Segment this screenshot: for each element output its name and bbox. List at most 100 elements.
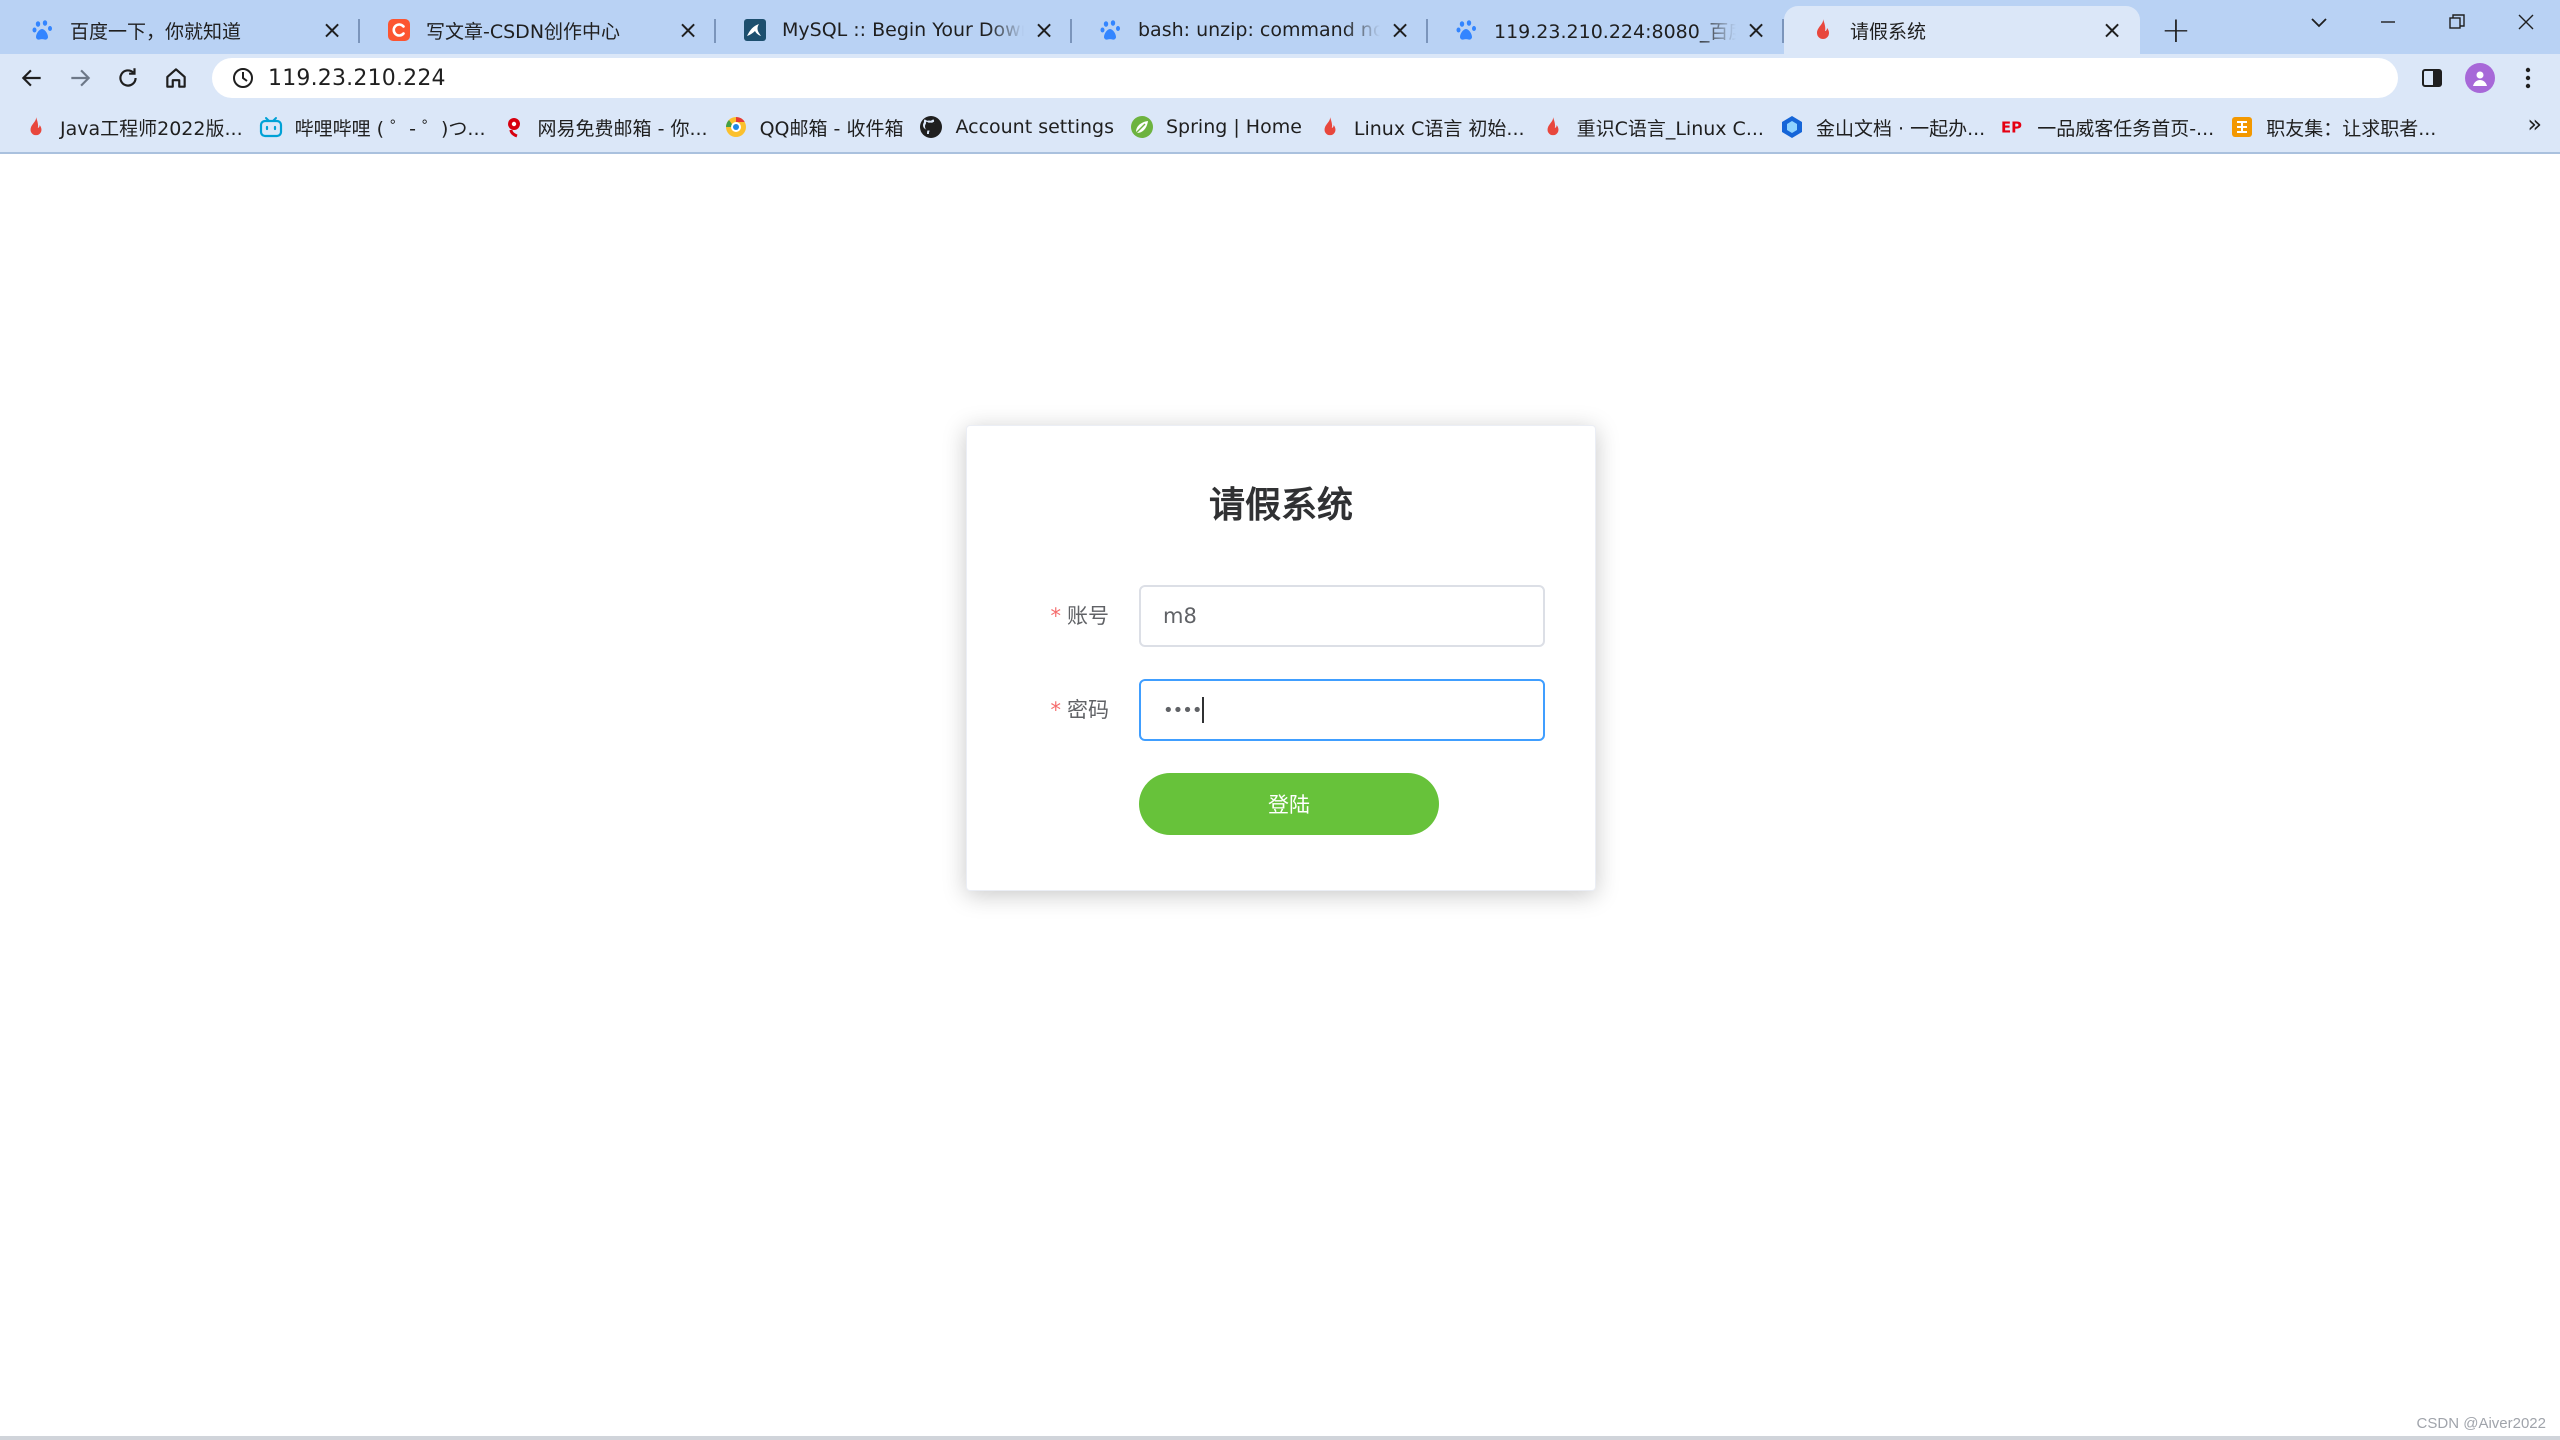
new-tab-button[interactable]: + (2150, 6, 2202, 54)
bookmark-label: 重识C语言_Linux C... (1576, 117, 1764, 140)
tab-close-icon[interactable]: × (1388, 18, 1412, 42)
bookmark-github[interactable]: Account settings (915, 107, 1126, 147)
tab-title: 写文章-CSDN创作中心 (426, 20, 621, 43)
reload-button[interactable] (104, 54, 152, 102)
bookmark-label: 哔哩哔哩 ( ゜- ゜)つ... (294, 117, 486, 140)
bookmark-label: 职友集：让求职者... (2266, 117, 2437, 140)
bookmark-label: 金山文档 · 一起办... (1815, 117, 1986, 140)
home-icon (166, 68, 186, 88)
tab-search-button[interactable] (2284, 0, 2353, 44)
bookmark-label: Linux C语言 初始... (1353, 117, 1525, 140)
netease-mail-icon (502, 115, 526, 139)
tab-csdn[interactable]: 写文章-CSDN创作中心 × (360, 6, 716, 54)
bookmark-qqmail[interactable]: QQ邮箱 - 收件箱 (720, 107, 916, 147)
browser-toolbar: 119.23.210.224 (0, 54, 2560, 102)
tab-title: bash: unzip: command not found (1138, 19, 1380, 41)
close-window-button[interactable] (2491, 0, 2560, 44)
flame-icon (24, 115, 48, 139)
tab-title: 119.23.210.224:8080_百度搜索 (1494, 20, 1736, 43)
chevron-down-icon (2310, 18, 2327, 28)
watermark: CSDN @Aiver2022 (2416, 1415, 2546, 1432)
bilibili-tv-icon (259, 115, 283, 139)
tab-mysql[interactable]: MySQL :: Begin Your Download × (716, 6, 1072, 54)
csdn-c-icon (386, 17, 412, 43)
bookmark-label: Account settings (955, 116, 1114, 138)
zhiyouji-icon (2230, 115, 2254, 139)
bookmark-linux-c[interactable]: Linux C语言 初始... (1314, 107, 1537, 147)
bookmark-epwk[interactable]: EP 一品威客任务首页-... (1997, 107, 2226, 147)
address-bar[interactable]: 119.23.210.224 (212, 58, 2398, 98)
ep-icon: EP (2001, 115, 2025, 139)
arrow-right-icon (71, 69, 91, 87)
account-label-text: 账号 (1067, 604, 1109, 628)
flame-icon (1541, 115, 1565, 139)
spring-leaf-icon (1130, 115, 1154, 139)
restore-icon (2448, 14, 2465, 29)
tab-close-icon[interactable]: × (320, 18, 344, 42)
bookmarks-overflow-button[interactable]: » (2527, 110, 2542, 138)
back-button[interactable] (8, 54, 56, 102)
account-form-row: * 账号 m8 (967, 585, 1595, 647)
minimize-icon (2380, 21, 2395, 23)
forward-button[interactable] (56, 54, 104, 102)
required-mark: * (1050, 698, 1062, 722)
bookmark-spring[interactable]: Spring | Home (1126, 107, 1314, 147)
svg-text:EP: EP (2001, 120, 2022, 137)
site-info-icon[interactable] (230, 65, 256, 91)
tab-baidu[interactable]: 百度一下，你就知道 × (4, 6, 360, 54)
tab-baidu-search[interactable]: 119.23.210.224:8080_百度搜索 × (1428, 6, 1784, 54)
password-input[interactable]: •••• (1139, 679, 1545, 741)
baidu-paw-icon (1098, 17, 1124, 43)
close-icon (2518, 14, 2533, 30)
bookmark-netease-mail[interactable]: 网易免费邮箱 - 你... (498, 107, 720, 147)
bookmark-label: Java工程师2022版... (60, 117, 243, 140)
password-form-row: * 密码 •••• (967, 679, 1595, 741)
reload-icon (119, 68, 137, 87)
profile-avatar-icon (2473, 71, 2487, 86)
bookmark-label: 一品威客任务首页-... (2037, 117, 2215, 140)
tab-close-icon[interactable]: × (1744, 18, 1768, 42)
login-card: 请假系统 * 账号 m8 * 密码 •••• 登陆 (966, 425, 1596, 891)
tab-title: 百度一下，你就知道 (70, 20, 242, 43)
text-caret (1202, 697, 1205, 723)
restore-button[interactable] (2422, 0, 2491, 44)
tab-leave-system[interactable]: 请假系统 × (1784, 6, 2140, 54)
bookmark-label: Spring | Home (1165, 116, 1302, 138)
avatar (2465, 63, 2495, 93)
bookmark-zhiyouji[interactable]: 职友集：让求职者... (2226, 107, 2448, 147)
account-input[interactable]: m8 (1139, 585, 1545, 647)
bookmarks-bar: Java工程师2022版... 哔哩哔哩 ( ゜- ゜)つ... 网易免费邮箱 … (0, 102, 2560, 154)
window-controls (2284, 0, 2560, 44)
mysql-dolphin-icon (742, 17, 768, 43)
bookmark-kdocs[interactable]: 金山文档 · 一起办... (1776, 107, 1997, 147)
tab-strip: 百度一下，你就知道 × 写文章-CSDN创作中心 × MySQL :: Begi… (0, 0, 2560, 54)
plus-icon: + (2160, 9, 2192, 51)
tab-close-icon[interactable]: × (1032, 18, 1056, 42)
side-panel-icon (2422, 69, 2442, 87)
bookmark-label: QQ邮箱 - 收件箱 (759, 117, 904, 140)
toolbar-right-actions (2408, 54, 2552, 102)
login-button[interactable]: 登陆 (1139, 773, 1439, 835)
home-button[interactable] (152, 54, 200, 102)
side-panel-button[interactable] (2408, 54, 2456, 102)
browser-menu-button[interactable] (2504, 54, 2552, 102)
flame-icon (1318, 115, 1342, 139)
bookmark-java[interactable]: Java工程师2022版... (20, 107, 255, 147)
url-text[interactable]: 119.23.210.224 (268, 66, 446, 91)
minimize-button[interactable] (2353, 0, 2422, 44)
bookmark-label: 网易免费邮箱 - 你... (537, 117, 708, 140)
bookmark-bilibili[interactable]: 哔哩哔哩 ( ゜- ゜)つ... (255, 107, 498, 147)
password-label-text: 密码 (1067, 698, 1109, 722)
flame-icon (1810, 17, 1836, 43)
more-vertical-icon (2525, 67, 2531, 89)
password-input-value: •••• (1163, 699, 1202, 721)
profile-button[interactable] (2456, 54, 2504, 102)
tab-close-icon[interactable]: × (676, 18, 700, 42)
tab-bash-unzip[interactable]: bash: unzip: command not found × (1072, 6, 1428, 54)
bookmark-c-language[interactable]: 重识C语言_Linux C... (1537, 107, 1776, 147)
baidu-paw-icon (1454, 17, 1480, 43)
tab-title: MySQL :: Begin Your Download (782, 19, 1024, 41)
window-bottom-border (0, 1436, 2560, 1440)
arrow-left-icon (21, 69, 41, 87)
tab-close-icon[interactable]: × (2100, 18, 2124, 42)
